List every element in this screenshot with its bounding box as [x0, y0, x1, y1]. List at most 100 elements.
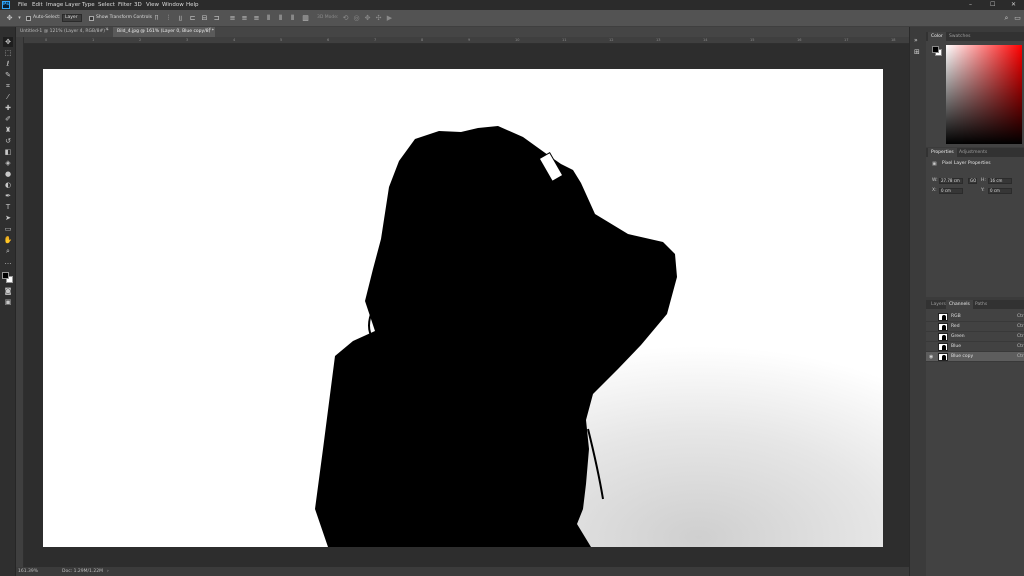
ruler-mark: 18: [891, 38, 896, 42]
hand-tool-icon[interactable]: ✋: [3, 235, 13, 245]
menu-select[interactable]: Select: [98, 0, 115, 10]
dodge-tool-icon[interactable]: ◐: [3, 180, 13, 190]
align-left-icon[interactable]: ⊏: [188, 14, 197, 23]
distribute-bottom-icon[interactable]: ≡: [252, 14, 261, 23]
tab-close-icon[interactable]: ×: [208, 27, 212, 32]
x-field[interactable]: 0 cm: [939, 188, 963, 194]
channel-row-green[interactable]: Green Ctr: [926, 332, 1024, 342]
blur-tool-icon[interactable]: ●: [3, 169, 13, 179]
width-field[interactable]: 27.78 cm: [939, 178, 963, 184]
status-menu-chevron-icon[interactable]: ›: [107, 567, 109, 576]
collapse-panels-icon[interactable]: »: [914, 37, 918, 44]
menu-filter[interactable]: Filter: [118, 0, 132, 10]
tab-close-icon[interactable]: ×: [105, 27, 109, 32]
tab-properties[interactable]: Properties: [928, 148, 957, 157]
show-transform-controls-checkbox[interactable]: [89, 16, 94, 21]
crop-tool-icon[interactable]: ⌗: [3, 81, 13, 91]
eraser-tool-icon[interactable]: ◧: [3, 147, 13, 157]
3d-slide-icon[interactable]: ✣: [374, 14, 383, 23]
clone-stamp-tool-icon[interactable]: ♜: [3, 125, 13, 135]
align-bottom-icon[interactable]: ⫫: [176, 14, 185, 23]
move-tool-icon[interactable]: ✥: [5, 14, 14, 23]
edit-toolbar-icon[interactable]: …: [3, 257, 13, 267]
close-window-button[interactable]: ✕: [1011, 0, 1016, 10]
menu-type[interactable]: Type: [82, 0, 95, 10]
height-field[interactable]: 16 cm: [988, 178, 1012, 184]
foreground-color-swatch[interactable]: [2, 272, 9, 279]
type-tool-icon[interactable]: T: [3, 202, 13, 212]
zoom-tool-icon[interactable]: ⌕: [3, 246, 13, 256]
tab-adjustments[interactable]: Adjustments: [956, 148, 990, 157]
search-icon[interactable]: ⌕: [1002, 14, 1011, 23]
y-field[interactable]: 0 cm: [988, 188, 1012, 194]
history-panel-icon[interactable]: ⊞: [914, 48, 920, 56]
align-top-icon[interactable]: ⫪: [152, 14, 161, 23]
ruler-mark: 7: [374, 38, 377, 42]
color-picker-field[interactable]: [946, 45, 1022, 144]
align-horizontal-center-icon[interactable]: ⊟: [200, 14, 209, 23]
distribute-top-icon[interactable]: ≡: [228, 14, 237, 23]
3d-orbit-icon[interactable]: ⟲: [341, 14, 350, 23]
menu-image[interactable]: Image: [46, 0, 63, 10]
align-vertical-center-icon[interactable]: ⫶: [164, 14, 173, 23]
3d-scale-icon[interactable]: ▶: [385, 14, 394, 23]
fg-color-swatch[interactable]: [932, 46, 939, 53]
tab-untitled-1[interactable]: Untitled-1 @ 121% (Layer 4, RGB/8#) *: [16, 27, 112, 37]
distribute-vcenter-icon[interactable]: ≡: [240, 14, 249, 23]
auto-select-checkbox[interactable]: [26, 16, 31, 21]
properties-panel: ▣ Pixel Layer Properties W: 27.78 cm GO …: [926, 157, 1024, 297]
distribute-hcenter-icon[interactable]: ⦀: [276, 14, 285, 23]
lasso-tool-icon[interactable]: ℓ: [3, 59, 13, 69]
menu-file[interactable]: File: [18, 0, 27, 10]
channel-row-rgb[interactable]: RGB Ctr: [926, 312, 1024, 322]
link-dimensions-button[interactable]: GO: [968, 178, 977, 184]
path-selection-tool-icon[interactable]: ➤: [3, 213, 13, 223]
tab-color[interactable]: Color: [928, 32, 946, 41]
minimize-button[interactable]: –: [969, 0, 972, 10]
tab-channels[interactable]: Channels: [946, 300, 973, 309]
auto-select-target-select[interactable]: Layer: [62, 14, 82, 22]
healing-brush-tool-icon[interactable]: ✚: [3, 103, 13, 113]
tab-swatches[interactable]: Swatches: [946, 32, 974, 41]
channel-row-red[interactable]: Red Ctr: [926, 322, 1024, 332]
channel-row-blue-copy[interactable]: ◉ Blue copy Ctr: [926, 352, 1024, 362]
tab-paths[interactable]: Paths: [972, 300, 990, 309]
ruler-mark: 17: [844, 38, 849, 42]
move-tool-icon[interactable]: ✥: [3, 37, 13, 47]
align-right-icon[interactable]: ⊐: [212, 14, 221, 23]
x-label: X:: [932, 188, 937, 193]
maximize-button[interactable]: ☐: [990, 0, 995, 10]
shape-tool-icon[interactable]: ▭: [3, 224, 13, 234]
zoom-level[interactable]: 161.39%: [18, 567, 38, 576]
3d-drag-icon[interactable]: ✥: [363, 14, 372, 23]
ruler-mark: 13: [656, 38, 661, 42]
distribute-right-icon[interactable]: ⦀: [288, 14, 297, 23]
ruler-mark: 6: [327, 38, 330, 42]
brush-tool-icon[interactable]: ✐: [3, 114, 13, 124]
visibility-eye-icon[interactable]: ◉: [929, 352, 935, 362]
pen-tool-icon[interactable]: ✒: [3, 191, 13, 201]
auto-align-icon[interactable]: ▥: [301, 14, 310, 23]
menu-edit[interactable]: Edit: [32, 0, 43, 10]
paint-bucket-tool-icon[interactable]: ◈: [3, 158, 13, 168]
menu-help[interactable]: Help: [186, 0, 199, 10]
history-brush-tool-icon[interactable]: ↺: [3, 136, 13, 146]
3d-roll-icon[interactable]: ◎: [352, 14, 361, 23]
channel-row-blue[interactable]: Blue Ctr: [926, 342, 1024, 352]
menu-view[interactable]: View: [146, 0, 159, 10]
menu-window[interactable]: Window: [162, 0, 184, 10]
tab-bild-4[interactable]: Bild_4.jpg @ 161% (Layer 0, Blue copy/8)…: [113, 27, 215, 37]
ruler-mark: 2: [139, 38, 142, 42]
eyedropper-tool-icon[interactable]: ⁄: [3, 92, 13, 102]
quick-mask-icon[interactable]: ◙: [3, 286, 13, 296]
workspace-icon[interactable]: ▭: [1013, 14, 1022, 23]
marquee-tool-icon[interactable]: ⬚: [3, 48, 13, 58]
tool-preset-chevron-down-icon[interactable]: ▾: [15, 14, 24, 23]
menu-3d[interactable]: 3D: [134, 0, 142, 10]
quick-selection-tool-icon[interactable]: ✎: [3, 70, 13, 80]
distribute-left-icon[interactable]: ⦀: [264, 14, 273, 23]
screen-mode-icon[interactable]: ▣: [3, 297, 13, 307]
right-panels: Color Swatches Properties Adjustments ▣ …: [926, 27, 1024, 576]
document-canvas[interactable]: [43, 69, 883, 547]
menu-layer[interactable]: Layer: [65, 0, 80, 10]
